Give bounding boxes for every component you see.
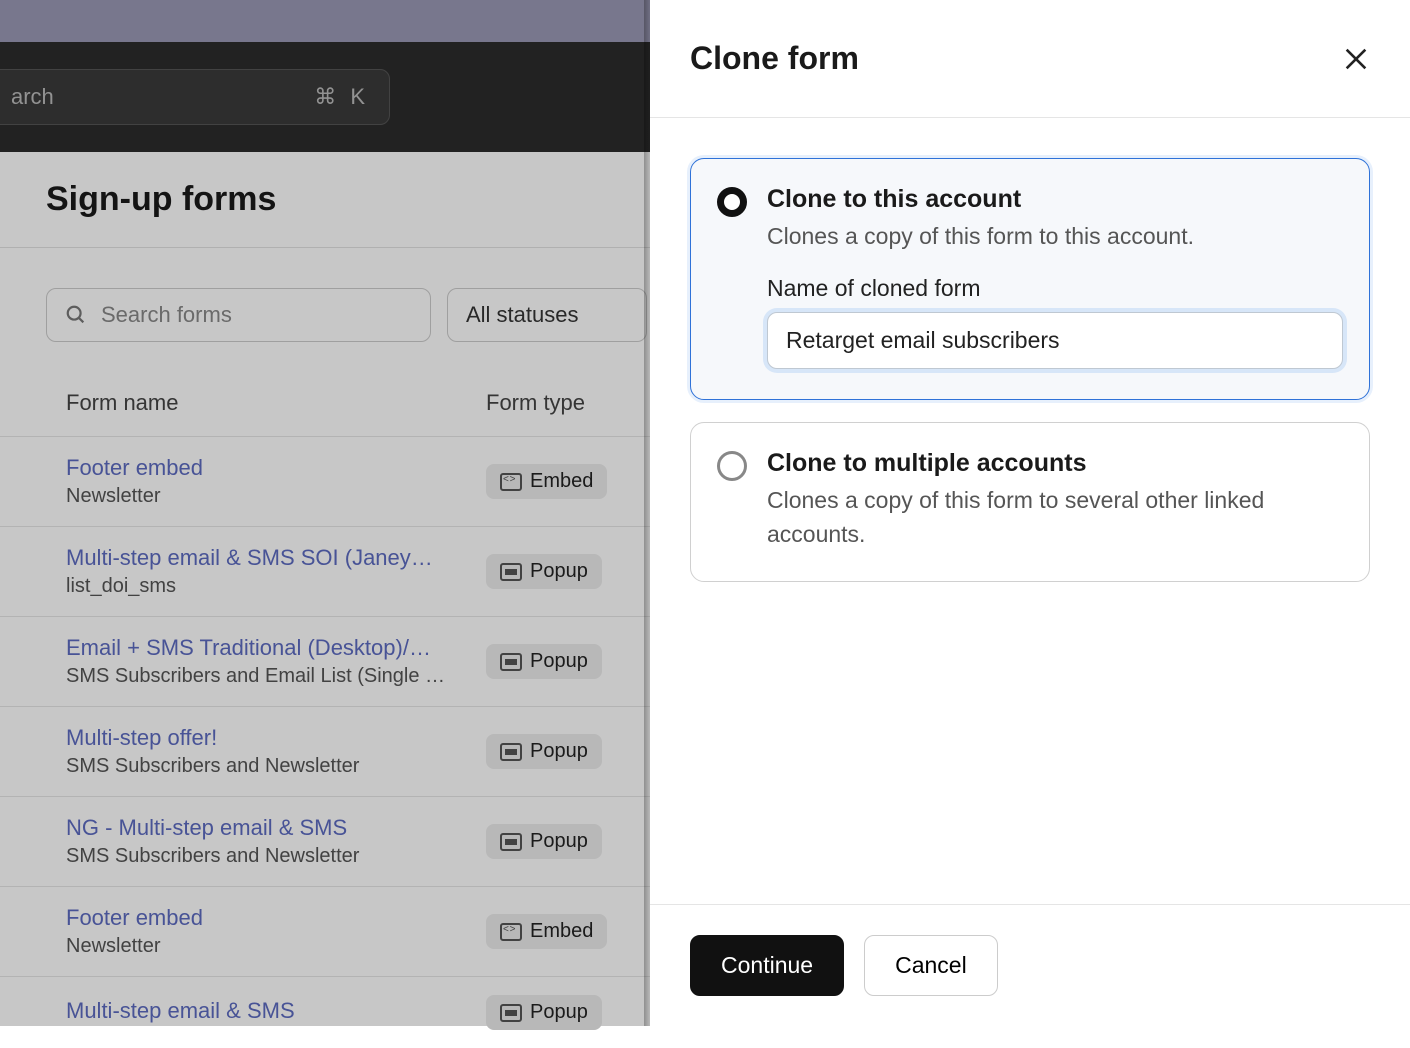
form-sublabel: list_doi_sms xyxy=(66,575,486,598)
form-name-link[interactable]: Footer embed xyxy=(66,905,486,931)
form-type-text: Popup xyxy=(530,740,588,763)
close-button[interactable] xyxy=(1342,45,1370,73)
form-type-badge: Popup xyxy=(486,734,602,769)
form-type-text: Popup xyxy=(530,650,588,673)
option-clone-multiple-accounts[interactable]: Clone to multiple accounts Clones a copy… xyxy=(690,422,1370,582)
form-type-text: Popup xyxy=(530,1001,588,1024)
table-row[interactable]: NG - Multi-step email & SMS SMS Subscribe… xyxy=(0,796,650,886)
table-row[interactable]: Email + SMS Traditional (Desktop)/… SMS S… xyxy=(0,616,650,706)
option2-title: Clone to multiple accounts xyxy=(767,449,1343,478)
form-type-badge: Popup xyxy=(486,554,602,589)
form-name-link[interactable]: NG - Multi-step email & SMS xyxy=(66,815,486,841)
form-sublabel: Newsletter xyxy=(66,935,486,958)
form-type-badge: Popup xyxy=(486,824,602,859)
popup-icon xyxy=(500,743,522,761)
form-name-link[interactable]: Email + SMS Traditional (Desktop)/… xyxy=(66,635,486,661)
form-type-text: Embed xyxy=(530,470,593,493)
form-sublabel: SMS Subscribers and Newsletter xyxy=(66,755,486,778)
page-title: Sign-up forms xyxy=(0,152,650,248)
form-name-link[interactable]: Multi-step offer! xyxy=(66,725,486,751)
option-clone-this-account[interactable]: Clone to this account Clones a copy of t… xyxy=(690,158,1370,400)
popup-icon xyxy=(500,1004,522,1022)
form-type-badge: Embed xyxy=(486,464,607,499)
close-icon xyxy=(1342,45,1370,73)
background-page: arch ⌘ K Sign-up forms Search forms All … xyxy=(0,0,650,1026)
status-filter[interactable]: All statuses xyxy=(447,288,647,342)
form-type-text: Embed xyxy=(530,920,593,943)
form-type-badge: Embed xyxy=(486,914,607,949)
continue-button[interactable]: Continue xyxy=(690,935,844,996)
table-row[interactable]: Multi-step offer! SMS Subscribers and New… xyxy=(0,706,650,796)
form-type-text: Popup xyxy=(530,560,588,583)
embed-icon xyxy=(500,473,522,491)
option1-title: Clone to this account xyxy=(767,185,1343,214)
popup-icon xyxy=(500,833,522,851)
col-header-type: Form type xyxy=(486,390,585,416)
status-filter-label: All statuses xyxy=(466,302,579,328)
popup-icon xyxy=(500,653,522,671)
global-search-row: arch ⌘ K xyxy=(0,42,650,152)
forms-search-input[interactable]: Search forms xyxy=(46,288,431,342)
form-type-badge: Popup xyxy=(486,644,602,679)
global-search-text: arch xyxy=(11,84,54,110)
radio-unselected-icon xyxy=(717,451,747,481)
form-type-text: Popup xyxy=(530,830,588,853)
table-row[interactable]: Footer embed Newsletter Embed xyxy=(0,436,650,526)
app-top-bar xyxy=(0,0,650,42)
forms-search-placeholder: Search forms xyxy=(101,302,232,328)
search-icon xyxy=(65,304,87,326)
clone-name-label: Name of cloned form xyxy=(767,275,1343,302)
cancel-button[interactable]: Cancel xyxy=(864,935,998,996)
form-type-badge: Popup xyxy=(486,995,602,1030)
clone-name-input[interactable] xyxy=(767,312,1343,369)
form-name-link[interactable]: Footer embed xyxy=(66,455,486,481)
form-name-link[interactable]: Multi-step email & SMS SOI (Janey… xyxy=(66,545,486,571)
option1-desc: Clones a copy of this form to this accou… xyxy=(767,220,1343,253)
table-row[interactable]: Footer embed Newsletter Embed xyxy=(0,886,650,976)
global-search-shortcut: ⌘ K xyxy=(314,84,369,110)
col-header-name: Form name xyxy=(66,390,486,416)
table-row[interactable]: Multi-step email & SMS SOI (Janey… list_d… xyxy=(0,526,650,616)
option2-desc: Clones a copy of this form to several ot… xyxy=(767,484,1343,551)
modal-title: Clone form xyxy=(690,40,859,77)
global-search[interactable]: arch ⌘ K xyxy=(0,69,390,125)
form-sublabel: SMS Subscribers and Email List (Single … xyxy=(66,665,486,688)
table-header: Form name Form type xyxy=(0,370,650,436)
form-name-link[interactable]: Multi-step email & SMS xyxy=(66,998,486,1024)
embed-icon xyxy=(500,923,522,941)
clone-form-modal: Clone form Clone to this account Clones … xyxy=(650,0,1410,1026)
radio-selected-icon xyxy=(717,187,747,217)
popup-icon xyxy=(500,563,522,581)
table-row[interactable]: Multi-step email & SMS Popup xyxy=(0,976,650,1048)
form-sublabel: Newsletter xyxy=(66,485,486,508)
form-sublabel: SMS Subscribers and Newsletter xyxy=(66,845,486,868)
